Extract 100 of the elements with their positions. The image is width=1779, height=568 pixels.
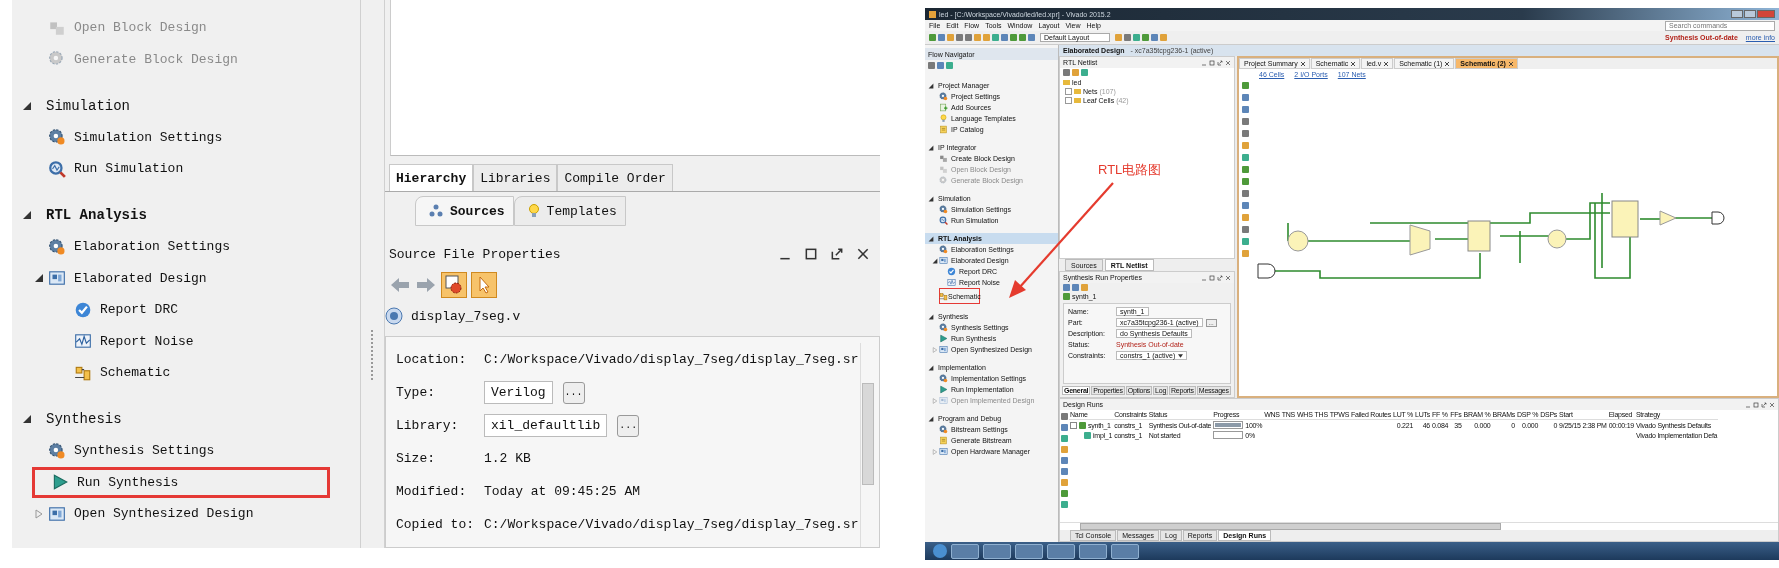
expand-triangle-icon[interactable] [928,195,934,202]
expand-triangle-icon[interactable] [34,273,44,284]
expand-triangle-icon[interactable] [22,210,32,221]
nav-item[interactable]: Report Noise [100,333,194,349]
value-field[interactable]: xil_defaultlib [484,414,608,437]
play-icon [939,334,948,343]
maximize-button[interactable] [1744,10,1756,18]
app-icon [929,10,936,18]
close-icon[interactable] [856,247,870,261]
back-arrow-icon[interactable] [389,276,411,294]
tab[interactable]: Sources [415,196,514,226]
bulb-icon [526,203,541,219]
expand-triangle-icon[interactable] [928,313,934,320]
cursor-icon[interactable] [471,272,497,298]
people-icon [428,203,444,219]
nav-item[interactable]: Synthesis Settings [74,443,215,459]
close-icon[interactable] [1384,61,1389,66]
tab[interactable]: Libraries [473,164,558,191]
taskbar-button[interactable] [1015,543,1043,559]
splitter-handle[interactable] [370,330,375,380]
nav-item[interactable]: Report DRC [100,302,178,318]
taskbar-button[interactable] [1047,543,1075,559]
section-title[interactable]: Synthesis [46,411,122,428]
bulb-icon [939,114,948,123]
window-icon [48,269,66,288]
field-value: C:/Workspace/Vivado/display_7seg/display_7seg.sr [484,517,859,532]
gear-icon [48,128,66,147]
expand-triangle-icon[interactable] [928,235,934,242]
close-icon[interactable] [1300,61,1305,66]
file-name: display_7seg.v [411,308,521,324]
expand-triangle-icon[interactable] [22,100,32,111]
expand-triangle-icon[interactable] [928,415,934,422]
forward-arrow-icon[interactable] [415,276,437,294]
magnifier-icon [48,159,66,178]
waveform-icon [74,332,92,351]
annotation-label: RTL电路图 [1097,161,1163,179]
chip-icon [939,436,948,445]
expand-triangle-icon[interactable] [932,257,938,264]
nav-item[interactable]: Run Simulation [74,161,184,177]
tab[interactable]: Compile Order [557,164,673,191]
browse-button[interactable]: ... [562,381,585,404]
waveform-icon [947,278,956,287]
window-icon [939,396,948,405]
caret-icon [1178,353,1184,358]
nav-item[interactable]: Schematic [100,365,171,381]
taskbar-button[interactable] [1079,543,1107,559]
gear-icon [939,425,948,434]
float-icon[interactable] [830,247,844,261]
field-value: 1.2 KB [484,451,531,466]
schematic-icon [939,291,948,301]
file-type-icon [385,307,403,325]
field-label: Modified: [396,484,468,499]
play-icon [51,473,69,492]
window-icon [939,345,948,354]
checkmark-icon [74,300,92,319]
plus-icon [939,103,948,112]
taskbar-button[interactable] [983,543,1011,559]
collapse-icon[interactable] [1070,421,1077,429]
nav-item[interactable]: Elaborated Design [74,270,207,286]
nav-item[interactable]: Run Synthesis [77,474,179,490]
window-icon [939,447,948,456]
gear-icon [939,205,948,214]
expand-triangle-icon[interactable] [928,82,934,89]
browse-button[interactable]: ... [617,414,640,437]
section-title[interactable]: RTL Analysis [46,207,147,224]
close-icon[interactable] [1508,61,1513,66]
expand-triangle-icon[interactable] [22,414,32,425]
close-icon[interactable] [1445,61,1450,66]
tab[interactable]: Hierarchy [389,164,474,191]
field-label: Copied to: [396,517,475,532]
nav-item[interactable]: Open Synthesized Design [74,506,254,522]
panel-title: Source File Properties [389,246,561,262]
taskbar-button[interactable] [951,543,979,559]
field-label: Location: [396,352,468,367]
close-icon[interactable] [1351,61,1356,66]
window-icon [48,504,66,523]
expand-triangle-icon[interactable] [928,364,934,371]
field-value: Today at 09:45:25 AM [484,484,641,499]
start-button[interactable] [933,544,947,558]
nav-item[interactable]: Elaboration Settings [74,239,231,255]
gear-icon [939,245,948,254]
cog-icon [939,176,948,185]
field-value: C:/Workspace/Vivado/display_7seg/display_7seg.sr [484,352,859,367]
scrollbar[interactable] [860,343,875,547]
blocks-icon [939,165,948,174]
nav-item[interactable]: Simulation Settings [74,129,223,145]
field-label: Size: [396,451,436,466]
value-field[interactable]: Verilog [484,381,553,404]
section-title[interactable]: Simulation [46,97,130,114]
minimize-button[interactable] [1731,10,1743,18]
tab[interactable]: Templates [513,196,626,226]
maximize-icon[interactable] [804,247,818,261]
gear-icon [48,237,66,256]
chip-icon [939,125,948,134]
expand-triangle-icon[interactable] [928,144,934,151]
run-icon [1063,293,1070,300]
gear-icon[interactable] [441,272,467,298]
play-icon [939,385,948,394]
magnifier-icon [939,216,948,225]
taskbar-button[interactable] [1111,543,1139,559]
